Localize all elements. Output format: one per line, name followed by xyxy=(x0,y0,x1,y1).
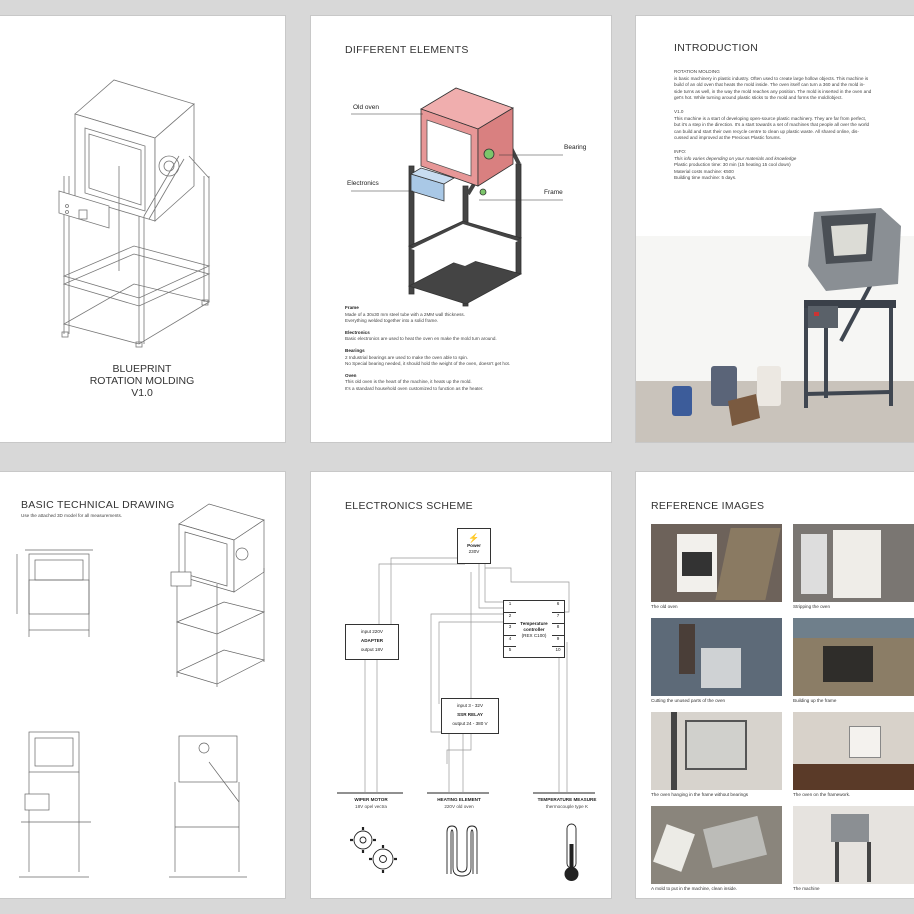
machine-photo xyxy=(636,208,914,442)
relay-output: output 24 - 380 V xyxy=(452,721,488,726)
power-value: 230V xyxy=(468,549,480,554)
thermometer-icon xyxy=(564,823,579,881)
adapter-name: ADAPTER xyxy=(360,638,384,643)
section-line: This old oven is the heart of the machin… xyxy=(345,379,472,385)
page-title: REFERENCE IMAGES xyxy=(651,500,765,512)
pin: 9 xyxy=(552,636,564,647)
lightning-icon: ⚡ xyxy=(468,533,480,543)
output-heating-element: HEATING ELEMENT 220V old oven xyxy=(423,797,495,810)
electronics-scheme-page: ELECTRONICS SCHEME ⚡ Power 230V input 22… xyxy=(310,471,612,899)
orthographic-views xyxy=(16,503,266,878)
controller-right-pins: 6 7 8 9 10 xyxy=(552,601,564,657)
title-line: V1.0 xyxy=(131,387,153,399)
photo-mold xyxy=(651,806,782,884)
elements-page: DIFFERENT ELEMENTS Old oven Bearing Elec… xyxy=(310,15,612,443)
output-sub: 18V opel vectra xyxy=(355,803,387,809)
pin: 4 xyxy=(504,636,516,647)
reference-images-page: REFERENCE IMAGES The old oven Stripping … xyxy=(635,471,914,899)
adapter-output: output 18V xyxy=(360,647,384,652)
power-box: ⚡ Power 230V xyxy=(457,528,491,564)
photo-stripping-oven xyxy=(793,524,914,602)
pin: 1 xyxy=(504,601,516,613)
output-name: HEATING ELEMENT xyxy=(437,797,481,802)
section-heading: Bearings xyxy=(345,347,365,353)
element-descriptions: Frame Made of a 30x30 mm steel tube with… xyxy=(345,305,595,393)
section-heading: Oven xyxy=(345,372,357,378)
pin: 2 xyxy=(504,613,516,624)
heating-coil-icon xyxy=(446,825,478,877)
photo-oven-in-frame xyxy=(651,712,782,790)
output-name: WIPER MOTOR xyxy=(354,797,388,802)
gears-icon xyxy=(350,827,397,873)
controller-label: Temperature controller (REX C100) xyxy=(518,621,550,639)
section-line: No Special bearing needed, it should hol… xyxy=(345,361,511,367)
controller-left-pins: 1 2 3 4 5 xyxy=(504,601,516,657)
output-sub: 220V old oven xyxy=(444,803,474,809)
output-sub: thermocouple type K xyxy=(545,803,589,809)
callout-frame: Frame xyxy=(544,189,563,196)
title-line: ROTATION MOLDING xyxy=(89,375,195,387)
adapter-input: input 220V xyxy=(361,629,383,634)
pin: 6 xyxy=(552,601,564,613)
adapter-box: input 220V ADAPTER output 18V xyxy=(345,624,399,660)
callout-bearing: Bearing xyxy=(564,144,587,151)
blueprint-page: BLUEPRINT ROTATION MOLDING V1.0 xyxy=(0,15,286,443)
pin: 5 xyxy=(508,647,512,652)
section-line: Made of a 30x30 mm steel tube with a 2MM… xyxy=(345,311,466,317)
photo-the-machine xyxy=(793,806,914,884)
temperature-controller: 1 2 3 4 5 6 7 8 9 10 Temperature control… xyxy=(503,600,565,658)
photo-caption: Stripping the oven xyxy=(793,604,831,609)
callout-electronics: Electronics xyxy=(347,180,379,187)
photo-caption: A mold to put in the machine, clean insi… xyxy=(651,886,738,891)
callout-oven: Old oven xyxy=(353,104,380,111)
controller-model: (REX C100) xyxy=(521,633,547,638)
photo-caption: The oven hanging in the frame without be… xyxy=(651,792,749,797)
section-line: Everything welded together into a solid … xyxy=(345,318,439,324)
output-name: TEMPERATURE MEASURE xyxy=(537,797,597,802)
section-line: It's a standard household oven customize… xyxy=(345,385,484,391)
photo-oven-on-framework xyxy=(793,712,914,790)
ssr-relay: input 3 - 32V SSR RELAY output 24 - 380 … xyxy=(441,698,499,734)
photo-caption: The old oven xyxy=(651,604,678,609)
output-temperature-measure: TEMPERATURE MEASURE thermocouple type K xyxy=(527,797,607,810)
output-wiper-motor: WIPER MOTOR 18V opel vectra xyxy=(335,797,407,810)
photo-cutting-oven xyxy=(651,618,782,696)
controller-name: Temperature controller xyxy=(520,621,548,632)
relay-name: SSR RELAY xyxy=(457,712,483,717)
pin: 10 xyxy=(555,647,561,652)
section-line: 2 Industrial bearings are used to make t… xyxy=(345,354,469,360)
title-line: BLUEPRINT xyxy=(112,363,172,375)
photo-old-oven xyxy=(651,524,782,602)
pin: 3 xyxy=(504,624,516,636)
section-heading: Electronics xyxy=(345,329,370,335)
pin: 7 xyxy=(552,613,564,624)
section-line: Basic electronics are used to heat the o… xyxy=(345,336,497,342)
photo-caption: Building up the frame xyxy=(793,698,837,703)
technical-drawing-page: BASIC TECHNICAL DRAWING Use the attached… xyxy=(0,471,286,899)
photo-building-frame xyxy=(793,618,914,696)
blueprint-title: BLUEPRINT ROTATION MOLDING V1.0 xyxy=(0,363,285,399)
photo-caption: The oven on the framework. xyxy=(793,792,851,797)
photo-caption: The machine xyxy=(793,886,820,891)
introduction-page: INTRODUCTION ROTATION MOLDING is basic m… xyxy=(635,15,914,443)
relay-input: input 3 - 32V xyxy=(456,703,484,708)
section-heading: Frame xyxy=(345,305,359,310)
pin: 8 xyxy=(552,624,564,636)
photo-caption: Cutting the unused parts of the oven xyxy=(651,698,726,703)
